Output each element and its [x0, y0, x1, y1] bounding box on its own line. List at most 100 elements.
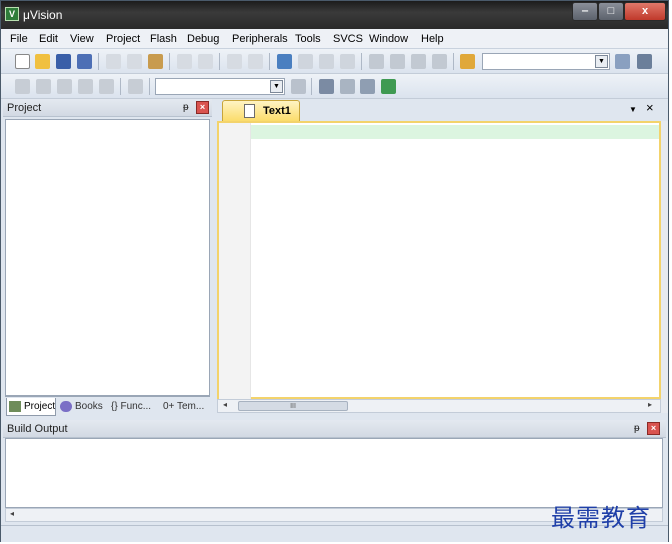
redo-icon[interactable] — [198, 54, 213, 69]
menu-edit[interactable]: Edit — [39, 33, 58, 45]
menu-window[interactable]: Window — [369, 33, 408, 45]
target-options-icon[interactable] — [291, 79, 306, 94]
undo-icon[interactable] — [177, 54, 192, 69]
comment-icon[interactable] — [411, 54, 426, 69]
pin-icon[interactable]: ᵽ — [183, 102, 189, 113]
menu-help[interactable]: Help — [421, 33, 444, 45]
menu-bar: File Edit View Project Flash Debug Perip… — [1, 29, 668, 49]
build-toolbar: ▼ — [1, 74, 668, 99]
copy-icon[interactable] — [127, 54, 142, 69]
tab-project[interactable]: Project — [6, 398, 56, 416]
project-tree[interactable] — [5, 119, 210, 396]
watermark-text: 最需教育 — [551, 504, 651, 532]
menu-view[interactable]: View — [70, 33, 94, 45]
target-select[interactable]: ▼ — [155, 78, 285, 95]
download-icon[interactable] — [128, 79, 143, 94]
tab-functions-label: {} Func... — [111, 401, 152, 412]
editor-horizontal-scrollbar[interactable]: ◂ III ▸ — [217, 399, 661, 413]
close-button[interactable]: x — [624, 2, 666, 21]
bookmark-previous-icon[interactable] — [298, 54, 313, 69]
pin-icon[interactable]: ᵽ — [634, 423, 640, 434]
tab-project-label: Project — [24, 401, 56, 412]
manage-components-icon[interactable] — [340, 79, 355, 94]
manage-project-items-icon[interactable] — [319, 79, 334, 94]
menu-project[interactable]: Project — [106, 33, 140, 45]
line-number-gutter — [219, 123, 251, 399]
menu-debug[interactable]: Debug — [187, 33, 219, 45]
title-bar: V μVision ‒ □ x — [1, 1, 668, 29]
build-output-title: Build Output — [7, 423, 68, 435]
menu-flash[interactable]: Flash — [150, 33, 177, 45]
find-icon[interactable] — [615, 54, 630, 69]
navigate-forward-icon[interactable] — [248, 54, 263, 69]
tab-list-icon[interactable]: ▼ — [629, 105, 637, 114]
tab-templates[interactable]: 0+ Tem... — [160, 398, 210, 416]
build-icon[interactable] — [36, 79, 51, 94]
app-logo-icon: V — [5, 7, 19, 21]
minimize-button[interactable]: ‒ — [572, 2, 598, 21]
project-icon — [9, 401, 21, 412]
save-icon[interactable] — [56, 54, 71, 69]
close-icon[interactable]: × — [196, 101, 209, 114]
unindent-icon[interactable] — [390, 54, 405, 69]
stop-build-icon[interactable] — [99, 79, 114, 94]
bookmark-next-icon[interactable] — [319, 54, 334, 69]
new-file-icon[interactable] — [15, 54, 30, 69]
indent-icon[interactable] — [369, 54, 384, 69]
toolbar-separator — [219, 53, 220, 70]
toolbar-separator — [149, 78, 150, 95]
document-icon — [244, 104, 255, 118]
books-icon — [60, 401, 72, 412]
tab-functions[interactable]: {} Func... — [108, 398, 159, 416]
tab-books-label: Books — [75, 401, 103, 412]
batch-build-icon[interactable] — [78, 79, 93, 94]
editor-tab-strip: Text1 ▼ × — [216, 99, 666, 121]
navigate-back-icon[interactable] — [227, 54, 242, 69]
menu-svcs[interactable]: SVCS — [333, 33, 363, 45]
uncomment-icon[interactable] — [432, 54, 447, 69]
scroll-left-icon[interactable]: ◂ — [223, 400, 227, 409]
toolbar-separator — [453, 53, 454, 70]
window-title: μVision — [23, 8, 63, 22]
debug-tools-icon[interactable] — [637, 54, 652, 69]
build-output-header: Build Output ᵽ × — [3, 420, 666, 438]
find-combo[interactable]: ▼ — [482, 53, 610, 70]
maximize-button[interactable]: □ — [598, 2, 624, 21]
code-editor[interactable] — [217, 121, 661, 399]
tab-text1[interactable]: Text1 — [222, 100, 300, 121]
uvision-window: V μVision ‒ □ x File Edit View Project F… — [0, 0, 669, 542]
open-folder-icon[interactable] — [35, 54, 50, 69]
project-panel-header: Project ᵽ × — [3, 99, 212, 117]
tab-books[interactable]: Books — [58, 398, 106, 416]
bookmark-insert-icon[interactable] — [277, 54, 292, 69]
menu-peripherals[interactable]: Peripherals — [232, 33, 288, 45]
toolbar-separator — [169, 53, 170, 70]
paste-icon[interactable] — [148, 54, 163, 69]
bookmark-clear-icon[interactable] — [340, 54, 355, 69]
scroll-left-icon[interactable]: ◂ — [10, 509, 14, 518]
tab-text1-label: Text1 — [263, 105, 291, 117]
menu-file[interactable]: File — [10, 33, 28, 45]
toolbar-separator — [98, 53, 99, 70]
toolbar-separator — [269, 53, 270, 70]
translate-icon[interactable] — [15, 79, 30, 94]
select-packs-icon[interactable] — [360, 79, 375, 94]
find-in-files-icon[interactable] — [460, 54, 475, 69]
menu-tools[interactable]: Tools — [295, 33, 321, 45]
editor-vertical-scrollbar[interactable] — [661, 121, 668, 413]
cut-icon[interactable] — [106, 54, 121, 69]
pack-installer-icon[interactable] — [381, 79, 396, 94]
scrollbar-thumb[interactable]: III — [238, 401, 348, 411]
save-all-icon[interactable] — [77, 54, 92, 69]
project-panel-tabs: Project Books {} Func... 0+ Tem... — [5, 396, 210, 416]
tab-templates-label: 0+ Tem... — [163, 401, 205, 412]
scroll-right-icon[interactable]: ▸ — [648, 400, 652, 409]
current-line-highlight — [251, 125, 659, 139]
close-icon[interactable]: × — [647, 422, 660, 435]
rebuild-icon[interactable] — [57, 79, 72, 94]
chevron-down-icon[interactable]: ▼ — [270, 80, 283, 93]
toolbar-separator — [361, 53, 362, 70]
close-tab-icon[interactable]: × — [646, 100, 654, 115]
chevron-down-icon[interactable]: ▼ — [595, 55, 608, 68]
main-toolbar: ▼ — [1, 49, 668, 74]
